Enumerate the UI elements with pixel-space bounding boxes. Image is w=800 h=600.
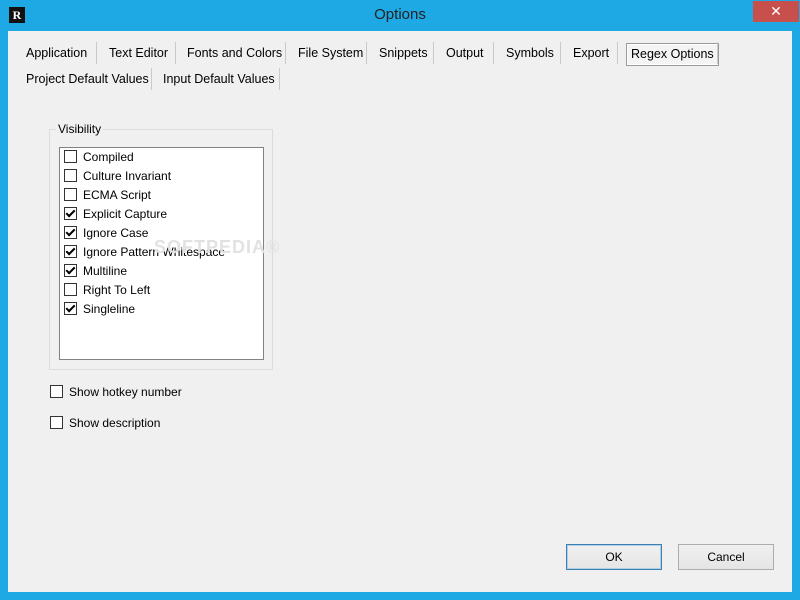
- checkbox-checked[interactable]: [64, 226, 77, 239]
- item-label: Explicit Capture: [83, 207, 168, 221]
- item-label: Singleline: [83, 302, 136, 316]
- tab-separator: [433, 42, 434, 64]
- tab-output[interactable]: Output: [442, 41, 488, 65]
- checklist-item-multiline[interactable]: Multiline: [64, 262, 127, 281]
- show-description-label: Show description: [69, 416, 161, 430]
- tab-application[interactable]: Application: [22, 41, 91, 65]
- checkbox-checked[interactable]: [64, 302, 77, 315]
- tab-separator: [96, 42, 97, 64]
- tab-snippets[interactable]: Snippets: [375, 41, 432, 65]
- tab-text-editor[interactable]: Text Editor: [105, 41, 172, 65]
- item-label: Compiled: [83, 150, 134, 164]
- close-icon: ✕: [770, 3, 782, 19]
- item-label: ECMA Script: [83, 188, 152, 202]
- tab-separator: [366, 42, 367, 64]
- show-description-checkbox[interactable]: [50, 416, 63, 429]
- show-hotkey-number-checkbox[interactable]: [50, 385, 63, 398]
- tab-input-default-values[interactable]: Input Default Values: [159, 67, 279, 91]
- checklist-item-compiled[interactable]: Compiled: [64, 148, 134, 167]
- dialog-body: Application Text Editor Fonts and Colors…: [8, 31, 792, 592]
- item-label: Right To Left: [83, 283, 151, 297]
- close-button[interactable]: ✕: [753, 1, 799, 22]
- show-description-option[interactable]: Show description: [50, 414, 160, 432]
- visibility-label: Visibility: [56, 122, 104, 136]
- item-label: Ignore Case: [83, 226, 149, 240]
- checklist-item-ecma-script[interactable]: ECMA Script: [64, 186, 151, 205]
- options-window: R Options ✕ Application Text Editor Font…: [0, 0, 800, 600]
- cancel-button[interactable]: Cancel: [678, 544, 774, 570]
- checklist-item-right-to-left[interactable]: Right To Left: [64, 281, 150, 300]
- tab-separator: [493, 42, 494, 64]
- show-hotkey-number-label: Show hotkey number: [69, 385, 182, 399]
- checkbox[interactable]: [64, 283, 77, 296]
- tab-symbols[interactable]: Symbols: [502, 41, 558, 65]
- tab-project-default-values[interactable]: Project Default Values: [22, 67, 153, 91]
- checkbox-checked[interactable]: [64, 207, 77, 220]
- tab-regex-options[interactable]: Regex Options: [626, 43, 719, 66]
- tab-separator: [285, 42, 286, 64]
- title-bar[interactable]: R Options ✕: [0, 0, 800, 31]
- tab-separator: [151, 68, 152, 90]
- checklist-item-culture-invariant[interactable]: Culture Invariant: [64, 167, 171, 186]
- softpedia-watermark: SOFTPEDIA®: [154, 237, 281, 257]
- checkbox-checked[interactable]: [64, 264, 77, 277]
- ok-button[interactable]: OK: [566, 544, 662, 570]
- tab-fonts-and-colors[interactable]: Fonts and Colors: [183, 41, 286, 65]
- tab-separator: [617, 42, 618, 64]
- tab-separator: [717, 42, 718, 64]
- tab-file-system[interactable]: File System: [294, 41, 367, 65]
- tab-separator: [560, 42, 561, 64]
- item-label: Culture Invariant: [83, 169, 172, 183]
- tab-separator: [279, 68, 280, 90]
- checkbox[interactable]: [64, 150, 77, 163]
- checkbox-checked[interactable]: [64, 245, 77, 258]
- item-label: Multiline: [83, 264, 128, 278]
- checklist-item-singleline[interactable]: Singleline: [64, 300, 135, 319]
- checklist-item-explicit-capture[interactable]: Explicit Capture: [64, 205, 167, 224]
- checkbox[interactable]: [64, 188, 77, 201]
- tab-export[interactable]: Export: [569, 41, 613, 65]
- checklist-item-ignore-case[interactable]: Ignore Case: [64, 224, 148, 243]
- tab-separator: [175, 42, 176, 64]
- show-hotkey-number-option[interactable]: Show hotkey number: [50, 383, 182, 401]
- window-title: Options: [374, 6, 426, 23]
- checkbox[interactable]: [64, 169, 77, 182]
